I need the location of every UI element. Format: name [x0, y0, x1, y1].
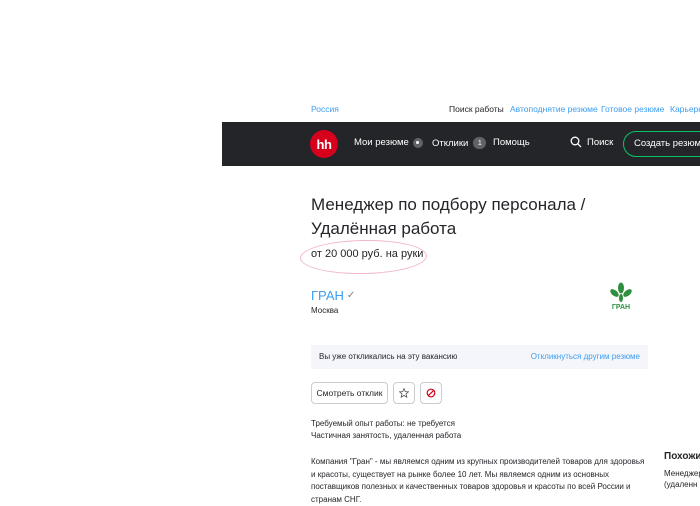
already-responded-text: Вы уже откликались на эту вакансию: [319, 352, 458, 361]
search-label: Поиск: [587, 136, 614, 148]
hh-logo[interactable]: hh: [310, 130, 338, 158]
main-header: hh Мои резюме Отклики 1 Помощь Поиск Соз…: [222, 122, 700, 166]
company-logo-text: ГРАН: [611, 304, 631, 311]
help-label: Помощь: [493, 137, 530, 148]
similar-vacancy-line: (удаленн: [664, 480, 698, 489]
leaf-logo-icon: [610, 282, 632, 302]
company-name: ГРАН: [311, 288, 344, 303]
block-icon: [426, 388, 436, 398]
responses-count-badge: 1: [473, 137, 487, 149]
vacancy-title-line1: Менеджер по подбору персонала /: [311, 195, 586, 214]
my-resumes-label: Мои резюме: [354, 137, 409, 148]
top-links-bar: Россия Поиск работы Автоподнятие резюме …: [0, 104, 700, 118]
ready-resume-link[interactable]: Готовое резюме: [601, 104, 664, 114]
search-button[interactable]: Поиск: [570, 136, 613, 148]
region-link[interactable]: Россия: [311, 104, 339, 114]
salary-text: от 20 000 руб. на руки: [311, 248, 424, 260]
auto-raise-link[interactable]: Автоподнятие резюме: [510, 104, 598, 114]
similar-vacancy-line: Менеджер: [664, 469, 700, 478]
experience-text: Требуемый опыт работы: не требуется: [311, 419, 455, 428]
already-responded-box: Вы уже откликались на эту вакансию Откли…: [311, 345, 648, 369]
view-response-button[interactable]: Смотреть отклик: [311, 382, 388, 404]
star-icon: [399, 388, 409, 398]
job-search-link[interactable]: Поиск работы: [449, 104, 504, 114]
favorite-button[interactable]: [393, 382, 415, 404]
vacancy-title: Менеджер по подбору персонала / Удалённа…: [311, 193, 611, 241]
hide-vacancy-button[interactable]: [420, 382, 442, 404]
company-city: Москва: [311, 306, 339, 315]
requirements-block: Требуемый опыт работы: не требуется Част…: [311, 418, 461, 442]
responses-menu[interactable]: Отклики 1: [432, 137, 487, 149]
create-resume-button[interactable]: Создать резюме: [623, 131, 700, 157]
my-resumes-menu[interactable]: Мои резюме: [354, 137, 423, 148]
vacancy-title-line2: Удалённая работа: [311, 219, 457, 238]
similar-vacancies-title: Похожи: [664, 451, 700, 462]
verified-check-icon: ✓: [346, 290, 356, 301]
respond-other-resume-link[interactable]: Откликнуться другим резюме: [531, 345, 640, 369]
employment-text: Частичная занятость, удаленная работа: [311, 431, 462, 440]
company-logo[interactable]: ГРАН: [606, 282, 636, 316]
dropdown-dot-icon: [412, 137, 423, 148]
responses-label: Отклики: [432, 137, 469, 149]
career-link[interactable]: Карьерн: [670, 104, 700, 114]
help-link[interactable]: Помощь: [493, 137, 530, 148]
company-link[interactable]: ГРАН ✓: [311, 288, 355, 303]
similar-vacancy-item[interactable]: Менеджер (удаленн: [664, 468, 700, 490]
search-icon: [570, 136, 582, 148]
vacancy-description: Компания "Гран" - мы являемся одним из к…: [311, 457, 645, 504]
